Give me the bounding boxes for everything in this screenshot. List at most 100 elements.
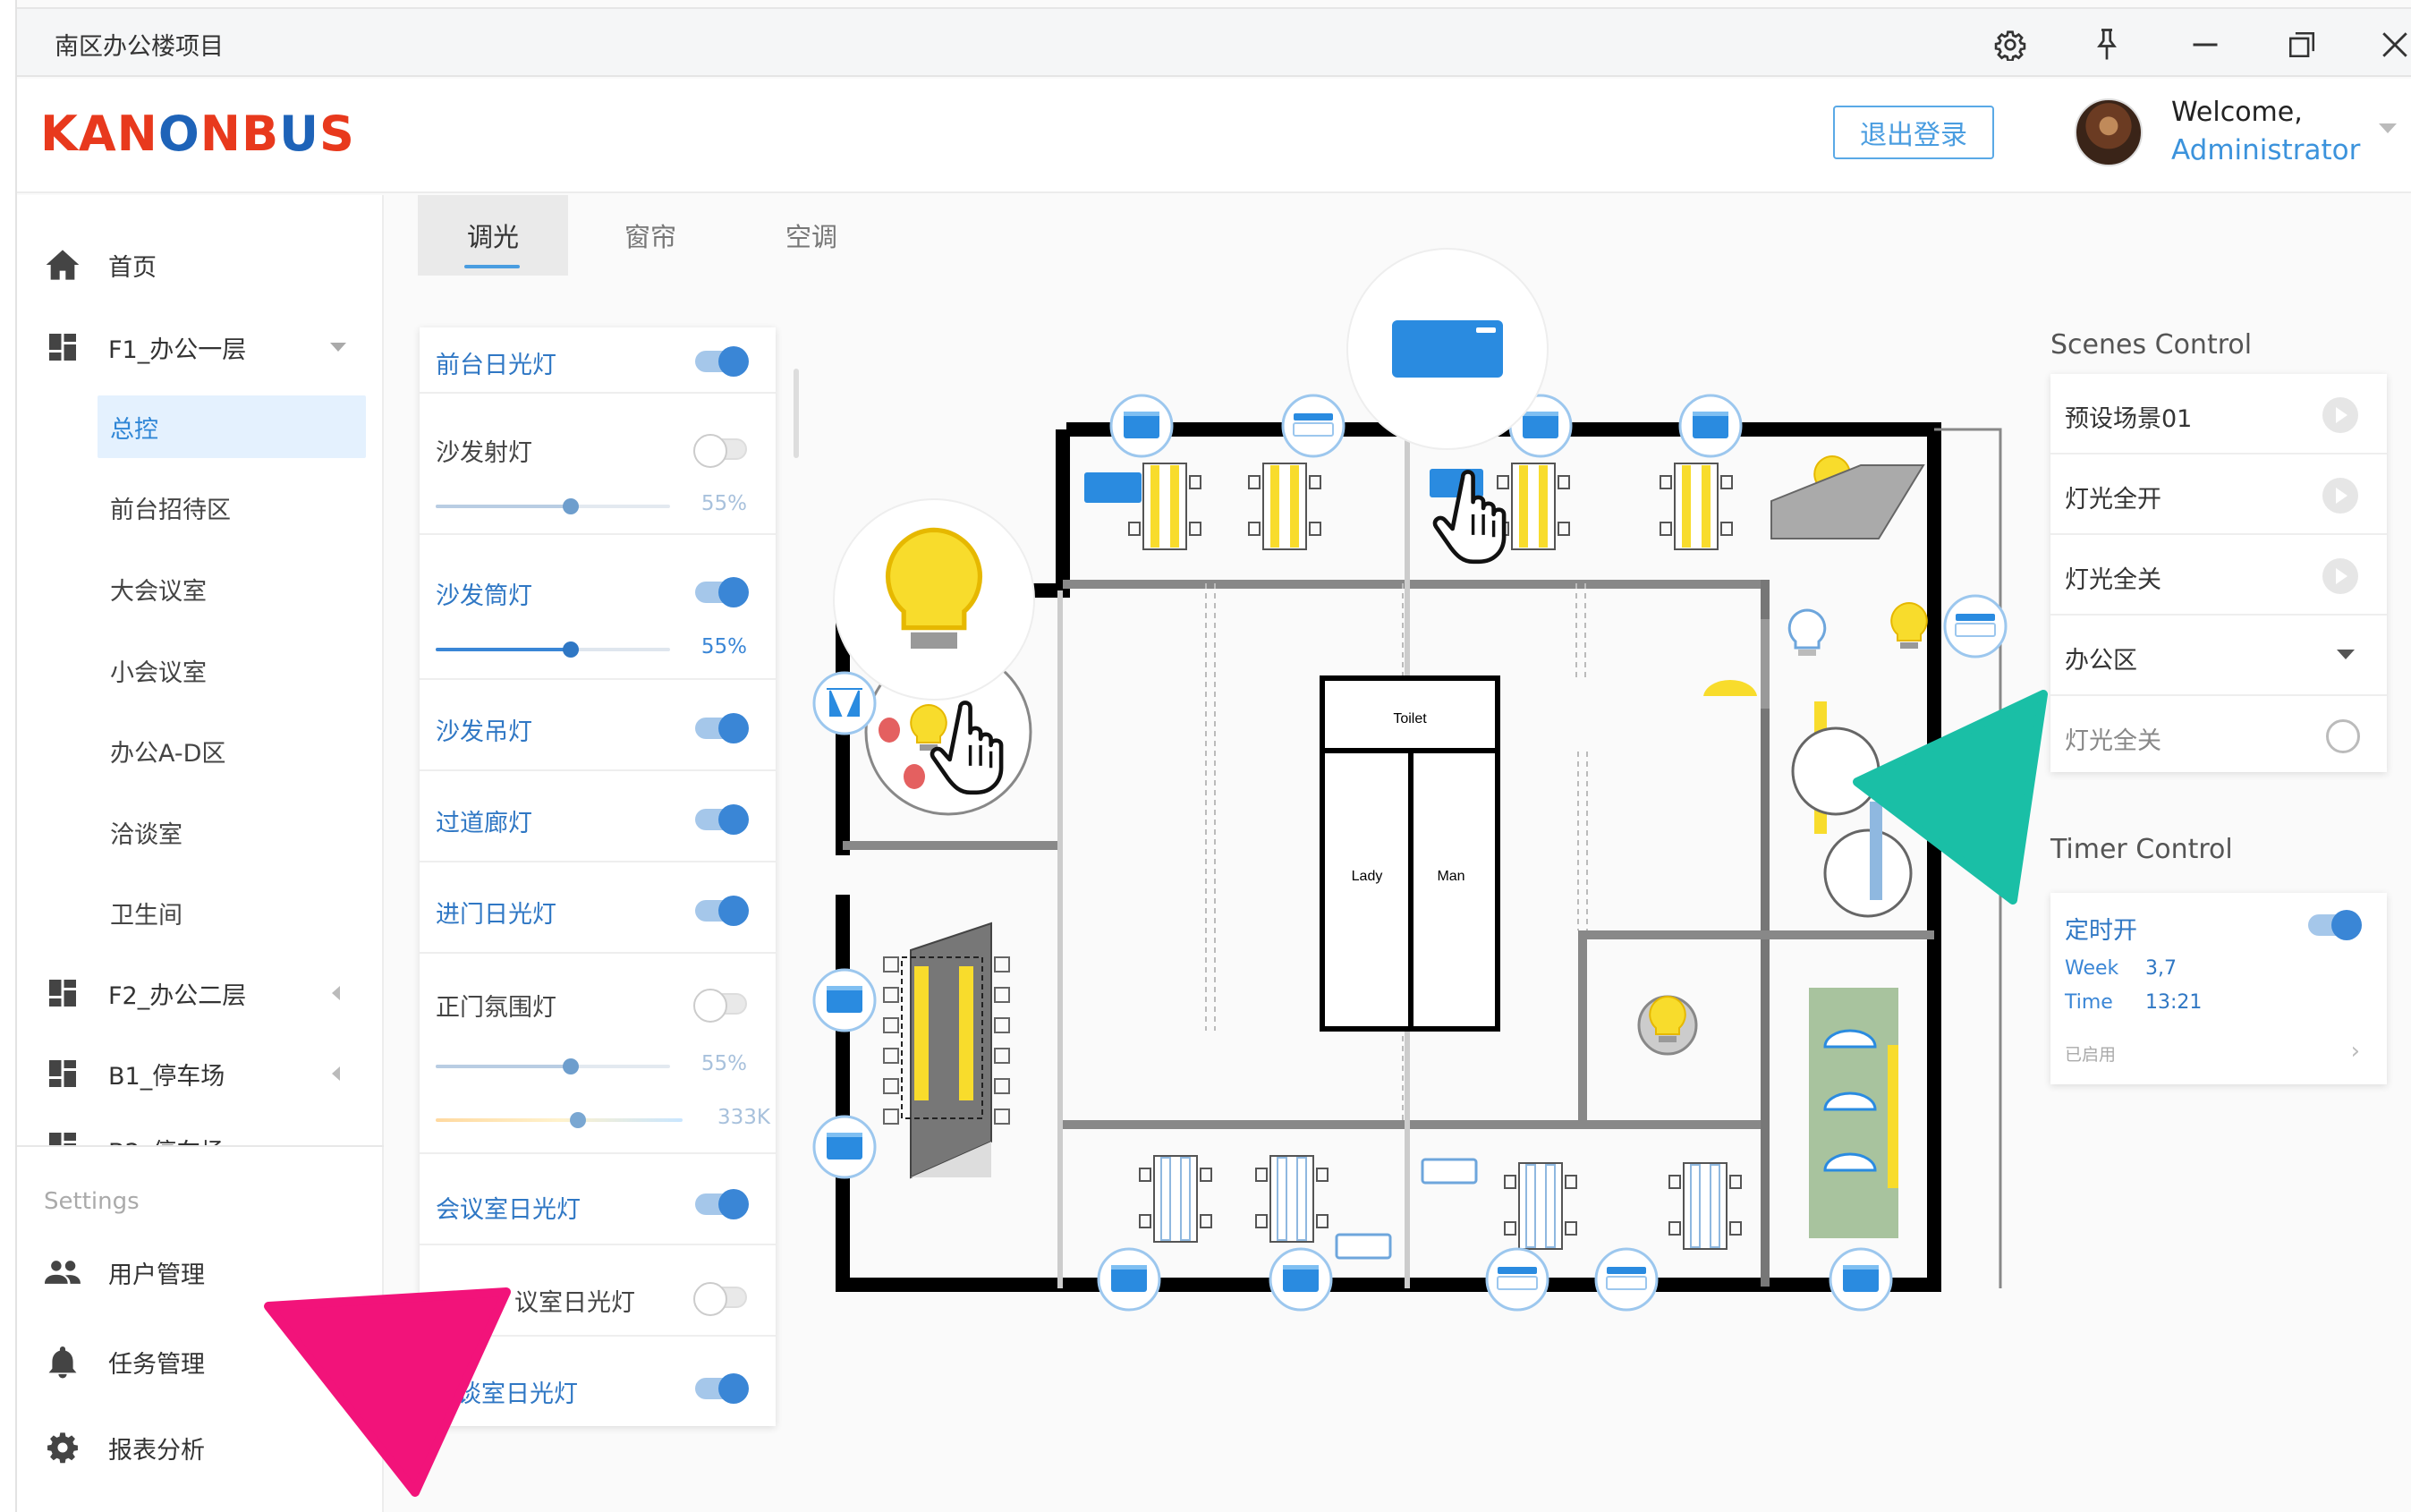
welcome-text: Welcome, [2171, 97, 2303, 128]
ac-unit[interactable] [1430, 469, 1483, 497]
timer-card[interactable]: 定时开 Week 3,7 Time 13:21 已启用 › [2050, 893, 2387, 1084]
light-toggle[interactable] [695, 804, 749, 835]
title-bar: 南区办公楼项目 [17, 7, 2411, 77]
user-menu-chevron-down-icon[interactable] [2379, 123, 2397, 133]
sidebar-subitem-office-ad[interactable]: 办公A-D区 [17, 719, 384, 782]
sidebar-subitem-restroom[interactable]: 卫生间 [17, 881, 384, 944]
tab-curtains[interactable]: 窗帘 [575, 195, 726, 276]
close-icon[interactable] [2375, 25, 2411, 64]
restore-icon[interactable] [2282, 25, 2322, 64]
play-icon[interactable] [2322, 397, 2358, 433]
brightness-slider[interactable] [436, 641, 670, 658]
ac-unit-off[interactable] [1421, 1158, 1478, 1185]
logout-button[interactable]: 退出登录 [1833, 106, 1994, 159]
ac-icon[interactable] [812, 968, 877, 1032]
slider-handle[interactable] [563, 641, 579, 658]
curtain-icon[interactable] [812, 671, 877, 735]
ac-icon[interactable] [1269, 1247, 1333, 1312]
conference-table[interactable] [901, 922, 992, 1179]
light-toggle[interactable] [695, 713, 749, 743]
color-temp-slider[interactable] [436, 1112, 683, 1128]
light-toggle[interactable] [695, 896, 749, 926]
sidebar-subitem-large-meeting[interactable]: 大会议室 [17, 557, 384, 620]
sidebar-item-home[interactable]: 首页 [17, 238, 384, 292]
scene-radio[interactable] [2326, 719, 2360, 753]
scene-group-select[interactable]: 办公区 [2050, 616, 2387, 696]
lady-label: Lady [1352, 869, 1383, 884]
sidebar-item-f2[interactable]: F2_办公二层 [17, 966, 384, 1020]
negotiation-table[interactable] [1823, 828, 1913, 918]
light-name: 议室日光灯 [514, 1289, 635, 1317]
timer-toggle[interactable] [2308, 910, 2362, 940]
light-toggle[interactable] [693, 989, 747, 1023]
lounge-rug [1809, 988, 1898, 1238]
light-toggle[interactable] [693, 434, 747, 468]
pin-icon[interactable] [2087, 25, 2127, 64]
brightness-fill [436, 505, 570, 508]
ac-icon[interactable] [1097, 1247, 1161, 1312]
light-strip[interactable] [1888, 1045, 1898, 1188]
scene-row[interactable]: 灯光全开 [2050, 454, 2387, 535]
ac-icon[interactable] [1678, 394, 1743, 458]
sidebar-subitem-negotiation[interactable]: 洽谈室 [17, 801, 384, 863]
divider [17, 1145, 384, 1147]
light-toggle[interactable] [695, 1189, 749, 1219]
scene-row[interactable]: 灯光全关 [2050, 696, 2387, 777]
sidebar-subitem-reception[interactable]: 前台招待区 [17, 476, 384, 539]
scene-group-name: 办公区 [2065, 647, 2137, 675]
time-value: 13:21 [2145, 991, 2203, 1014]
ac-icon[interactable] [1594, 1247, 1659, 1312]
ceiling-light-off[interactable] [1787, 608, 1827, 658]
play-icon[interactable] [2322, 478, 2358, 514]
ac-icon[interactable] [812, 1115, 877, 1179]
light-strip-off[interactable] [1870, 802, 1882, 900]
sidebar-item-b1[interactable]: B1_停车场 [17, 1047, 384, 1100]
slider-handle[interactable] [563, 498, 579, 514]
light-name: 沙发筒灯 [436, 582, 532, 610]
light-toggle[interactable] [695, 577, 749, 607]
light-callout[interactable] [833, 498, 1035, 701]
ac-icon[interactable] [1485, 1247, 1549, 1312]
scene-row[interactable]: 灯光全关 [2050, 535, 2387, 616]
ac-icon[interactable] [1829, 1247, 1893, 1312]
sidebar-item-user-management[interactable]: 用户管理 [17, 1245, 384, 1299]
sidebar-subitem-master[interactable]: 总控 [98, 395, 366, 458]
light-toggle[interactable] [695, 346, 749, 377]
light-toggle[interactable] [693, 1282, 747, 1316]
ac-callout[interactable] [1346, 248, 1549, 450]
light-toggle[interactable] [695, 1373, 749, 1404]
ac-icon[interactable] [1281, 394, 1346, 458]
svg-text:KANONBUS: KANONBUS [40, 106, 355, 159]
minimize-icon[interactable] [2186, 25, 2225, 64]
username-link[interactable]: Administrator [2171, 134, 2360, 166]
ac-icon[interactable] [1943, 594, 2008, 658]
slider-handle[interactable] [570, 1112, 586, 1128]
light-row: 沙发筒灯 55% [420, 535, 776, 680]
sidebar-item-b2[interactable]: B2_停车场 [17, 1126, 384, 1147]
brightness-slider[interactable] [436, 1058, 670, 1075]
sidebar-subitem-small-meeting[interactable]: 小会议室 [17, 639, 384, 701]
sidebar-item-reports[interactable]: 报表分析 [17, 1421, 384, 1474]
light-row: 进门日光灯 [420, 862, 776, 954]
ac-icon[interactable] [1109, 394, 1174, 458]
slider-handle[interactable] [563, 1058, 579, 1075]
play-icon[interactable] [2322, 558, 2358, 594]
light-name: 正门氛围灯 [436, 994, 556, 1022]
sidebar-item-f1[interactable]: F1_办公一层 [17, 320, 384, 374]
settings-gear-icon[interactable] [1991, 25, 2030, 64]
tab-air-conditioning[interactable]: 空调 [736, 195, 887, 276]
chevron-right-icon[interactable]: › [2351, 1038, 2360, 1065]
brightness-slider[interactable] [436, 498, 670, 514]
chevron-left-icon [332, 986, 340, 1000]
tab-dimming[interactable]: 调光 [418, 195, 568, 276]
avatar[interactable] [2075, 98, 2143, 166]
brightness-value: 55% [700, 1052, 747, 1075]
scene-row[interactable]: 预设场景01 [2050, 374, 2387, 454]
ac-unit-off[interactable] [1335, 1233, 1392, 1260]
week-value: 3,7 [2145, 957, 2177, 980]
negotiation-table[interactable] [1791, 726, 1880, 816]
panel-scrollbar[interactable] [794, 369, 799, 458]
chevron-down-icon [330, 343, 346, 352]
ac-unit[interactable] [1084, 472, 1142, 503]
brightness-fill [436, 648, 570, 651]
